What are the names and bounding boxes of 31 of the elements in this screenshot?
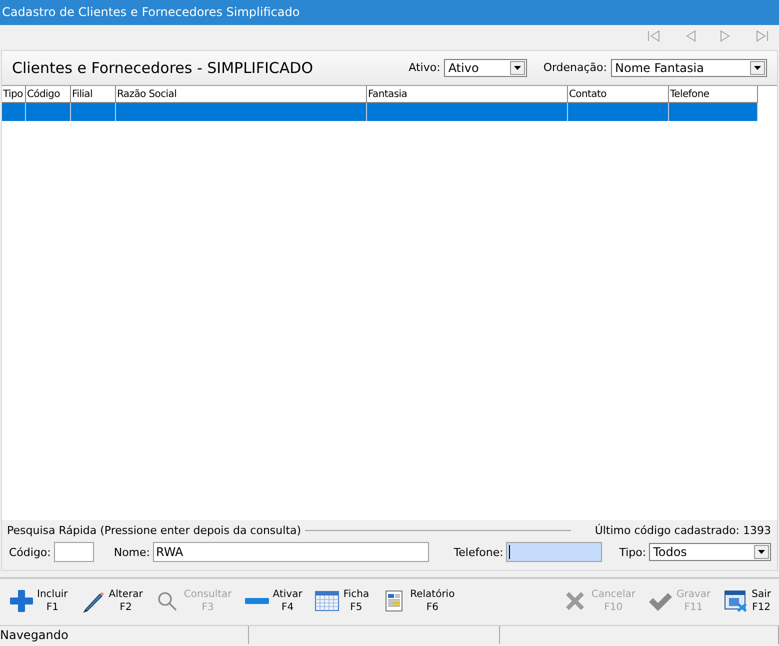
ativo-dropdown[interactable]: Ativo (444, 58, 528, 77)
panel-title: Clientes e Fornecedores - SIMPLIFICADO (12, 58, 314, 77)
plus-icon (8, 589, 34, 614)
table-row[interactable] (2, 102, 758, 121)
codigo-field[interactable] (54, 542, 94, 562)
codigo-label: Código: (9, 546, 51, 559)
nome-field[interactable]: RWA (153, 542, 429, 562)
toolbar-button[interactable]: Sair F12 (720, 588, 773, 614)
dropdown-arrow-icon (758, 550, 765, 554)
tipo-label: Tipo: (619, 546, 646, 559)
group-title: Pesquisa Rápida (Pressione enter depois da consulta) (7, 524, 302, 538)
dropdown-arrow-icon (754, 66, 761, 70)
minus-icon (244, 598, 269, 604)
toolbar-button[interactable]: Alterar F2 (78, 588, 145, 614)
calendar-icon (314, 589, 340, 614)
ordenacao-label: Ordenação: (543, 61, 607, 74)
ativo-label: Ativo: (408, 61, 440, 74)
tipo-dropdown[interactable]: Todos (649, 543, 771, 562)
nome-label: Nome: (114, 546, 150, 559)
status-text: Navegando (0, 628, 68, 642)
window-title: Cadastro de Clientes e Fornecedores Simplificado (0, 0, 779, 25)
dropdown-arrow-icon (514, 66, 522, 70)
exit-window-icon (722, 589, 749, 614)
telefone-field[interactable] (506, 542, 602, 562)
toolbar-button[interactable]: Incluir F1 (6, 588, 70, 614)
toolbar-button[interactable]: Ficha F5 (312, 588, 372, 614)
ordenacao-dropdown[interactable]: Nome Fantasia (611, 58, 767, 77)
toolbar-button[interactable]: Ativar F4 (242, 588, 304, 614)
toolbar-button[interactable]: Relatório F6 (379, 588, 457, 614)
last-code-text: Último código cadastrado: 1393 (594, 524, 771, 538)
telefone-label: Telefone: (454, 546, 504, 559)
